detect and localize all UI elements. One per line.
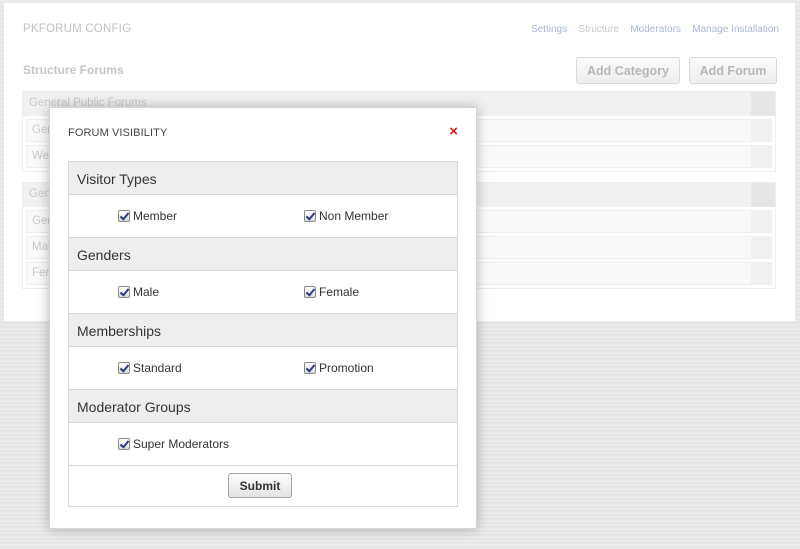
checkbox-checked-icon[interactable] — [118, 438, 130, 450]
checkbox-super-moderators[interactable]: Super Moderators — [118, 437, 229, 451]
checkbox-female[interactable]: Female — [304, 285, 359, 299]
checkbox-label: Non Member — [319, 209, 389, 223]
checkbox-non-member[interactable]: Non Member — [304, 209, 388, 223]
add-category-button[interactable]: Add Category — [576, 57, 680, 84]
group-options-genders: Male Female — [69, 271, 457, 314]
checkbox-male[interactable]: Male — [118, 285, 159, 299]
checkbox-label: Standard — [133, 361, 182, 375]
nav-separator: · — [571, 24, 575, 35]
top-nav: Settings · Structure · Moderators · Mana… — [531, 24, 779, 35]
group-options-memberships: Standard Promotion — [69, 347, 457, 390]
group-header-memberships: Memberships — [69, 314, 457, 347]
group-options-moderator-groups: Super Moderators — [69, 423, 457, 466]
checkbox-checked-icon[interactable] — [304, 362, 316, 374]
forum-visibility-dialog: FORUM VISIBILITY × Visitor Types Member … — [49, 107, 477, 529]
checkbox-label: Super Moderators — [133, 437, 230, 451]
group-header-genders: Genders — [69, 238, 457, 271]
checkbox-checked-icon[interactable] — [118, 362, 130, 374]
checkbox-checked-icon[interactable] — [118, 286, 130, 298]
checkbox-checked-icon[interactable] — [304, 286, 316, 298]
checkbox-label: Female — [319, 285, 360, 299]
submit-row: Submit — [69, 466, 457, 506]
nav-link-settings[interactable]: Settings — [531, 24, 567, 35]
checkbox-checked-icon[interactable] — [304, 210, 316, 222]
checkbox-standard[interactable]: Standard — [118, 361, 182, 375]
nav-link-structure[interactable]: Structure — [578, 24, 619, 35]
checkbox-label: Male — [133, 285, 160, 299]
app-title: PKFORUM CONFIG — [23, 23, 132, 35]
checkbox-label: Promotion — [319, 361, 374, 375]
section-title: Structure Forums — [23, 63, 124, 77]
group-header-visitor-types: Visitor Types — [69, 162, 457, 195]
checkbox-checked-icon[interactable] — [118, 210, 130, 222]
checkbox-promotion[interactable]: Promotion — [304, 361, 374, 375]
nav-separator: · — [623, 24, 627, 35]
visibility-table: Visitor Types Member Non Member Genders … — [68, 161, 458, 507]
nav-separator: · — [684, 24, 689, 35]
nav-link-manage-installation[interactable]: Manage Installation — [692, 24, 779, 35]
close-icon[interactable]: × — [449, 124, 458, 139]
add-forum-button[interactable]: Add Forum — [689, 57, 777, 84]
nav-link-moderators[interactable]: Moderators — [630, 24, 681, 35]
submit-button[interactable]: Submit — [228, 473, 292, 498]
checkbox-member[interactable]: Member — [118, 209, 177, 223]
checkbox-label: Member — [133, 209, 178, 223]
group-header-moderator-groups: Moderator Groups — [69, 390, 457, 423]
dialog-title: FORUM VISIBILITY — [68, 127, 168, 139]
group-options-visitor-types: Member Non Member — [69, 195, 457, 238]
